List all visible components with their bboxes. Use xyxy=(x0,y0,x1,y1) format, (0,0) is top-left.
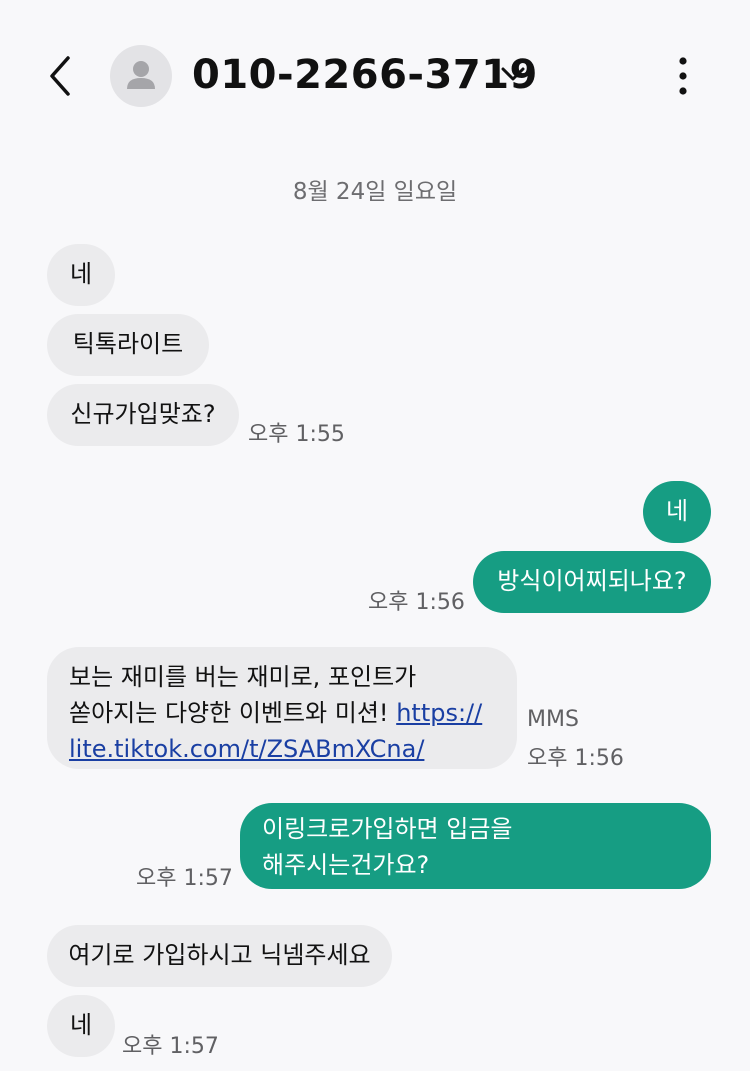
incoming-message[interactable]: 틱톡라이트 xyxy=(47,314,209,376)
message-timestamp: 오후 1:55 xyxy=(248,422,345,447)
incoming-message[interactable]: 네 xyxy=(47,244,115,306)
incoming-mms-message[interactable]: 보는 재미를 버는 재미로, 포인트가 쏟아지는 다양한 이벤트와 미션! ht… xyxy=(47,647,517,769)
outgoing-message[interactable]: 이링크로가입하면 입금을 해주시는건가요? xyxy=(240,803,711,889)
outgoing-message[interactable]: 네 xyxy=(643,481,711,543)
message-line: 쏟아지는 다양한 이벤트와 미션! https:// xyxy=(69,695,495,731)
contact-details-toggle[interactable] xyxy=(498,62,528,86)
message-line: lite.tiktok.com/t/ZSABmXCna/ xyxy=(69,731,495,767)
message-line: 해주시는건가요? xyxy=(262,851,430,879)
back-button[interactable] xyxy=(42,52,82,100)
outgoing-message[interactable]: 방식이어찌되나요? xyxy=(473,551,711,613)
message-line: 이링크로가입하면 입금을 xyxy=(262,815,513,843)
person-icon xyxy=(127,61,155,89)
incoming-message[interactable]: 신규가입맞죠? xyxy=(47,384,239,446)
incoming-message[interactable]: 여기로 가입하시고 닉넴주세요 xyxy=(47,925,392,987)
contact-title[interactable]: 010-2266-3719 xyxy=(192,50,538,100)
message-link[interactable]: lite.tiktok.com/t/ZSABmXCna/ xyxy=(69,735,424,763)
message-link[interactable]: https:// xyxy=(396,699,482,727)
vertical-dots-icon xyxy=(679,57,687,95)
message-text: 쏟아지는 다양한 이벤트와 미션! xyxy=(69,699,389,727)
date-separator: 8월 24일 일요일 xyxy=(292,179,458,205)
message-timestamp: 오후 1:57 xyxy=(122,1034,219,1059)
message-timestamp: 오후 1:57 xyxy=(136,866,233,891)
message-timestamp: 오후 1:56 xyxy=(368,590,465,615)
avatar[interactable] xyxy=(110,45,172,107)
mms-badge: MMS xyxy=(527,707,579,732)
more-options-button[interactable] xyxy=(668,54,698,98)
message-timestamp: 오후 1:56 xyxy=(527,746,624,771)
chevron-left-icon xyxy=(50,56,70,96)
conversation-header: 010-2266-3719 xyxy=(0,0,750,150)
message-line: 보는 재미를 버는 재미로, 포인트가 xyxy=(69,663,417,691)
incoming-message[interactable]: 네 xyxy=(47,995,115,1057)
chevron-down-icon xyxy=(501,67,525,81)
